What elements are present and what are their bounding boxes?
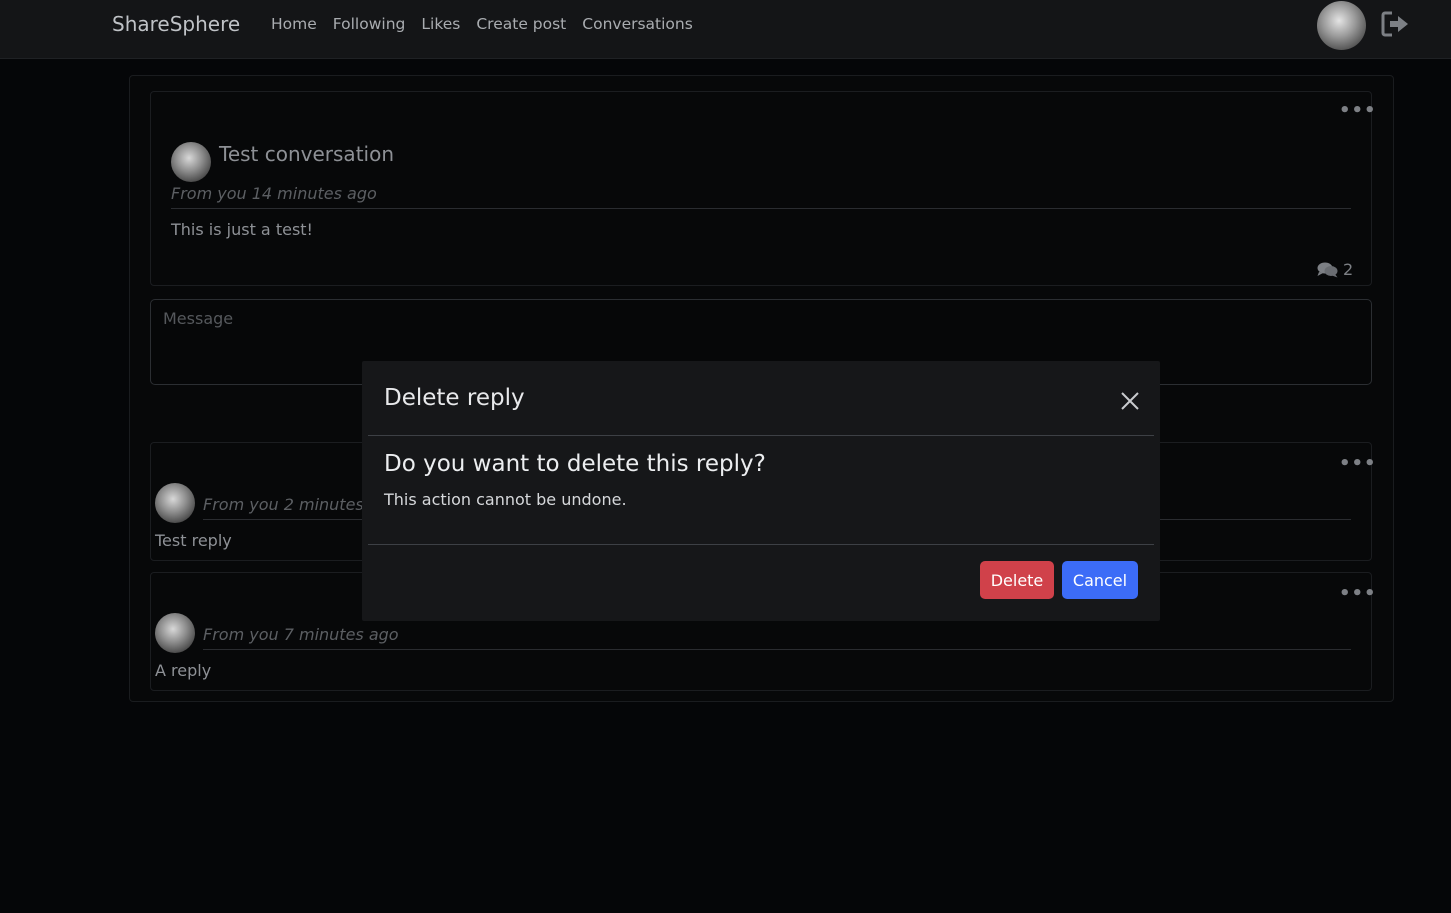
reply-body: A reply — [155, 661, 212, 680]
message-placeholder: Message — [163, 309, 234, 328]
reply-options-icon[interactable]: ••• — [1339, 585, 1377, 603]
modal-header-divider — [368, 435, 1154, 436]
post-body: This is just a test! — [171, 220, 313, 239]
post-meta: From you 14 minutes ago — [171, 184, 377, 203]
reply-author-avatar[interactable] — [155, 613, 195, 653]
reply-body: Test reply — [155, 531, 232, 550]
comments-icon — [1317, 262, 1338, 278]
close-icon[interactable] — [1120, 391, 1140, 411]
reply-count-value: 2 — [1343, 260, 1354, 279]
delete-button[interactable]: Delete — [980, 561, 1054, 599]
modal-title: Delete reply — [384, 385, 525, 411]
reply-meta: From you 7 minutes ago — [203, 625, 399, 644]
post-divider — [171, 208, 1351, 209]
post-title: Test conversation — [219, 142, 394, 166]
modal-question: Do you want to delete this reply? — [384, 451, 766, 477]
delete-reply-modal: Delete reply Do you want to delete this … — [362, 361, 1160, 621]
post-options-icon[interactable]: ••• — [1339, 102, 1377, 120]
post-author-avatar[interactable] — [171, 142, 211, 182]
reply-divider — [203, 649, 1351, 650]
reply-options-icon[interactable]: ••• — [1339, 455, 1377, 473]
cancel-button[interactable]: Cancel — [1062, 561, 1138, 599]
post-card: ••• Test conversation From you 14 minute… — [150, 91, 1376, 286]
reply-author-avatar[interactable] — [155, 483, 195, 523]
modal-note: This action cannot be undone. — [384, 490, 627, 509]
reply-count[interactable]: 2 — [1317, 260, 1353, 279]
modal-footer-divider — [368, 544, 1154, 545]
